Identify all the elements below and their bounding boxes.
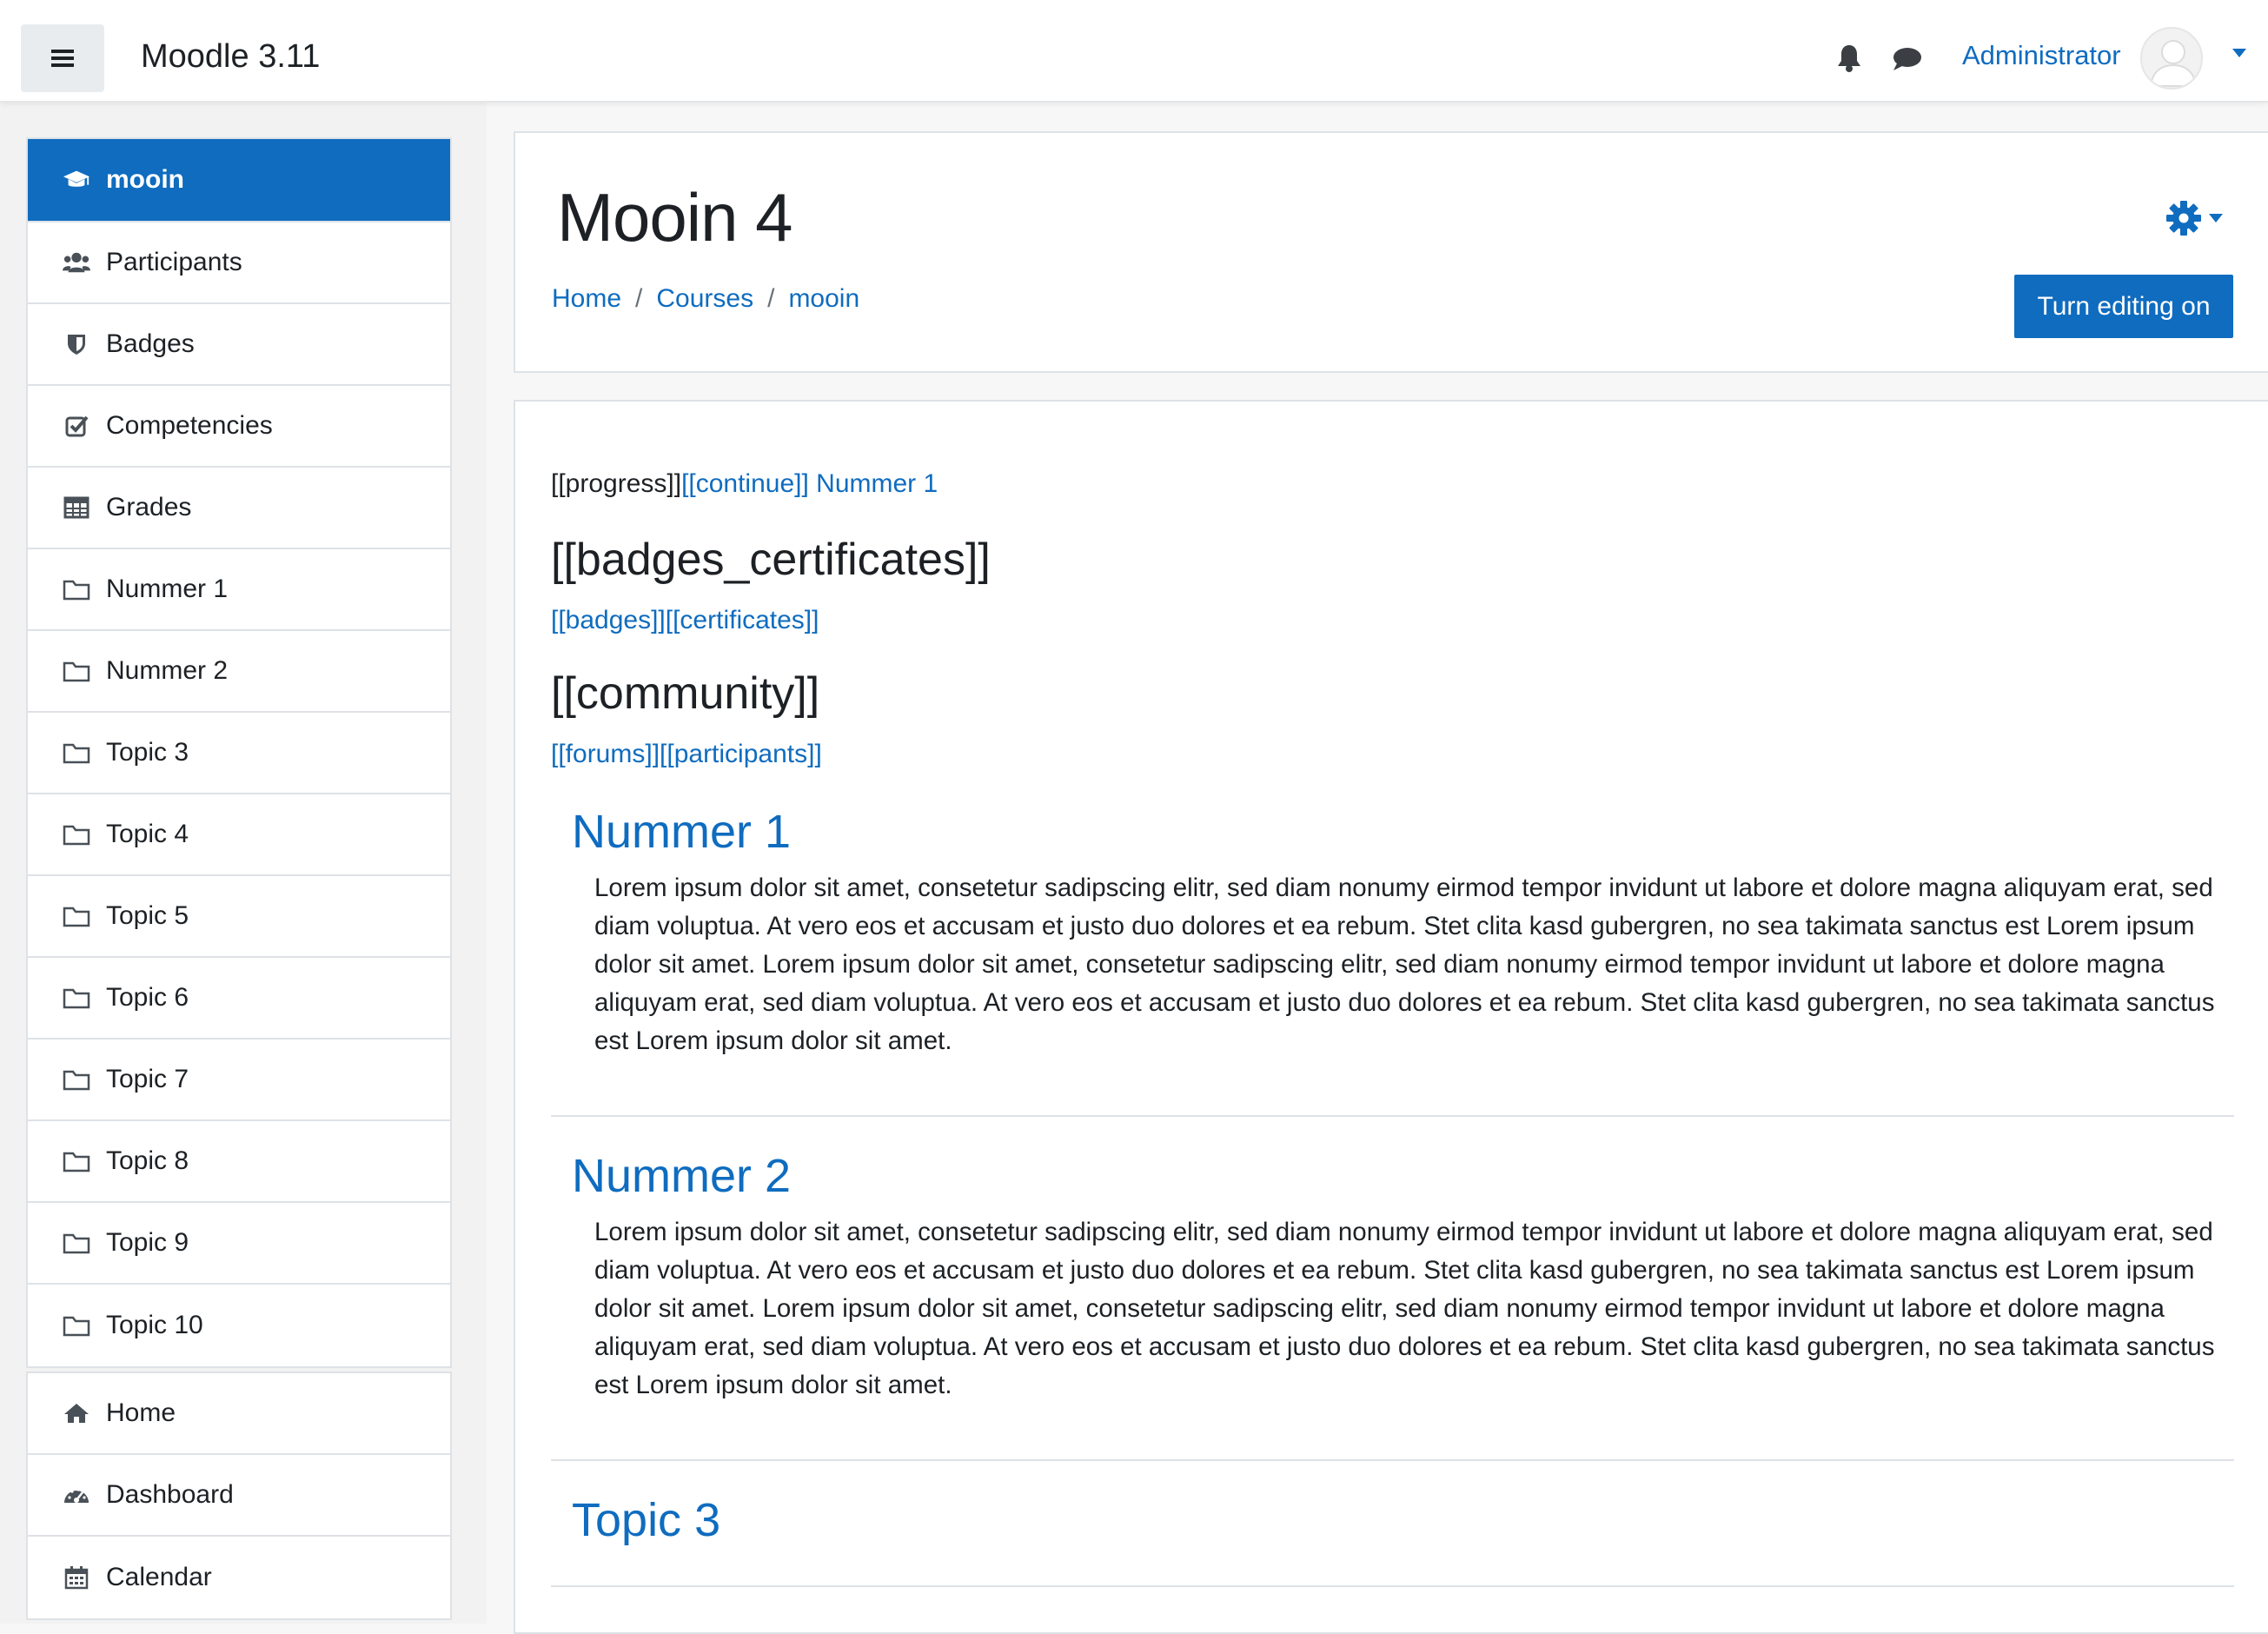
caret-down-icon xyxy=(2209,214,2223,223)
drawer-item-section-3[interactable]: Topic 3 xyxy=(28,713,450,794)
user-avatar-icon xyxy=(2149,40,2198,87)
top-navbar: Moodle 3.11 Administrator xyxy=(0,0,2268,103)
drawer-item-label: Calendar xyxy=(106,1563,212,1591)
drawer-item-course-home[interactable]: mooin xyxy=(28,139,450,223)
folder-icon xyxy=(63,739,90,767)
menu-icon xyxy=(51,50,74,67)
drawer-item-label: Topic 4 xyxy=(106,820,189,848)
drawer-item-section-7[interactable]: Topic 7 xyxy=(28,1040,450,1121)
drawer-item-label: Home xyxy=(106,1398,176,1427)
folder-icon xyxy=(63,1229,90,1257)
folder-icon xyxy=(63,1312,90,1339)
badges-certificates-link[interactable]: [[badges]][[certificates]] xyxy=(551,606,819,635)
user-menu-name[interactable]: Administrator xyxy=(1962,40,2121,71)
drawer-item-competencies[interactable]: Competencies xyxy=(28,386,450,468)
section-title-2[interactable]: Nummer 2 xyxy=(572,1149,791,1203)
progress-placeholder: [[progress]] xyxy=(551,469,682,498)
section-divider xyxy=(551,1115,2234,1117)
drawer-item-label: Topic 7 xyxy=(106,1065,189,1093)
site-nav-group: Home Dashboard Calendar xyxy=(26,1372,452,1620)
breadcrumb-home[interactable]: Home xyxy=(552,284,621,314)
avatar[interactable] xyxy=(2140,27,2203,90)
drawer-item-label: Nummer 2 xyxy=(106,656,229,685)
drawer-item-section-1[interactable]: Nummer 1 xyxy=(28,549,450,631)
breadcrumb-course[interactable]: mooin xyxy=(788,284,859,314)
home-icon xyxy=(63,1399,90,1427)
breadcrumb-separator: / xyxy=(635,284,643,313)
folder-icon xyxy=(63,1147,90,1175)
drawer-item-section-6[interactable]: Topic 6 xyxy=(28,958,450,1040)
drawer-item-label: Competencies xyxy=(106,411,273,440)
folder-icon xyxy=(63,984,90,1012)
drawer-item-section-5[interactable]: Topic 5 xyxy=(28,876,450,958)
page-title: Mooin 4 xyxy=(557,179,792,256)
section-summary-1: Lorem ipsum dolor sit amet, consetetur s… xyxy=(594,873,2215,1055)
chat-icon[interactable] xyxy=(1892,46,1923,72)
drawer-toggle-button[interactable] xyxy=(21,24,104,92)
gear-icon xyxy=(2166,201,2201,236)
section-divider xyxy=(551,1585,2234,1587)
calendar-icon xyxy=(63,1564,90,1591)
drawer-item-label: Topic 9 xyxy=(106,1228,189,1257)
folder-icon xyxy=(63,575,90,603)
continue-link[interactable]: [[continue]] Nummer 1 xyxy=(681,469,938,498)
drawer-item-label: Topic 10 xyxy=(106,1311,203,1339)
graduation-cap-icon xyxy=(63,166,90,194)
course-content: [[progress]][[continue]] Nummer 1 [[badg… xyxy=(514,400,2268,1634)
folder-icon xyxy=(63,657,90,685)
drawer-item-section-10[interactable]: Topic 10 xyxy=(28,1285,450,1366)
shield-icon xyxy=(63,330,90,358)
drawer-item-label: mooin xyxy=(106,165,184,194)
section-title-1[interactable]: Nummer 1 xyxy=(572,805,791,859)
folder-icon xyxy=(63,820,90,848)
drawer-item-participants[interactable]: Participants xyxy=(28,223,450,304)
table-icon xyxy=(63,494,90,521)
caret-down-icon[interactable] xyxy=(2232,48,2247,58)
drawer-item-section-8[interactable]: Topic 8 xyxy=(28,1121,450,1203)
drawer-item-section-2[interactable]: Nummer 2 xyxy=(28,631,450,713)
drawer-item-section-9[interactable]: Topic 9 xyxy=(28,1203,450,1285)
drawer-item-calendar[interactable]: Calendar xyxy=(28,1537,450,1618)
badges-certificates-heading: [[badges_certificates]] xyxy=(551,535,991,585)
breadcrumb-courses[interactable]: Courses xyxy=(656,284,753,314)
drawer-item-home[interactable]: Home xyxy=(28,1373,450,1455)
nav-drawer: mooin Participants Badges Competencies G… xyxy=(0,103,487,1624)
site-brand-link[interactable]: Moodle 3.11 xyxy=(141,38,320,76)
turn-editing-on-button[interactable]: Turn editing on xyxy=(2014,275,2233,338)
drawer-item-label: Nummer 1 xyxy=(106,575,229,603)
folder-icon xyxy=(63,902,90,930)
drawer-item-label: Participants xyxy=(106,248,242,276)
drawer-item-label: Badges xyxy=(106,329,195,358)
breadcrumb: Home / Courses / mooin xyxy=(552,284,859,314)
course-nav-group: mooin Participants Badges Competencies G… xyxy=(26,137,452,1368)
community-heading: [[community]] xyxy=(551,668,820,719)
dashboard-icon xyxy=(63,1481,90,1509)
section-summary-2: Lorem ipsum dolor sit amet, consetetur s… xyxy=(594,1218,2215,1399)
section-title-3[interactable]: Topic 3 xyxy=(572,1493,720,1547)
bell-icon[interactable] xyxy=(1836,43,1862,73)
folder-icon xyxy=(63,1066,90,1093)
drawer-item-label: Topic 6 xyxy=(106,983,189,1012)
page-header: Mooin 4 Home / Courses / mooin Turn edit… xyxy=(514,131,2268,373)
drawer-item-label: Topic 5 xyxy=(106,901,189,930)
users-icon xyxy=(63,249,90,276)
drawer-item-label: Dashboard xyxy=(106,1480,234,1509)
course-admin-menu[interactable] xyxy=(2165,199,2224,237)
drawer-item-label: Grades xyxy=(106,493,192,521)
check-square-icon xyxy=(63,412,90,440)
drawer-item-label: Topic 3 xyxy=(106,738,189,767)
breadcrumb-separator: / xyxy=(767,284,775,313)
drawer-item-dashboard[interactable]: Dashboard xyxy=(28,1455,450,1537)
progress-line: [[progress]][[continue]] Nummer 1 xyxy=(551,469,938,499)
drawer-item-section-4[interactable]: Topic 4 xyxy=(28,794,450,876)
drawer-item-badges[interactable]: Badges xyxy=(28,304,450,386)
section-divider xyxy=(551,1459,2234,1461)
drawer-item-label: Topic 8 xyxy=(106,1146,189,1175)
drawer-item-grades[interactable]: Grades xyxy=(28,468,450,549)
forums-participants-link[interactable]: [[forums]][[participants]] xyxy=(551,740,822,769)
